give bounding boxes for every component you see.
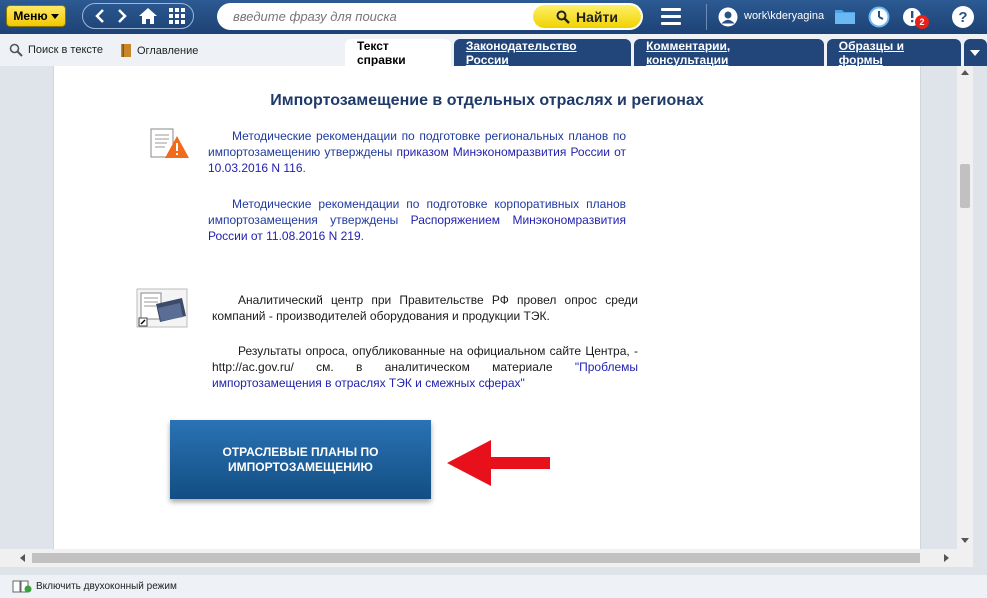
tab-legislation[interactable]: Законодательство России <box>453 39 632 67</box>
home-icon[interactable] <box>135 4 161 28</box>
tab-comments[interactable]: Комментарии, консультации <box>634 39 824 67</box>
banner-line-2: ИМПОРТОЗАМЕЩЕНИЮ <box>228 459 373 474</box>
tab-bar: Текст справки Законодательство России Ко… <box>345 39 987 67</box>
chevron-down-icon <box>970 49 981 56</box>
scroll-right-icon[interactable] <box>944 554 949 562</box>
hamburger-icon[interactable] <box>661 8 681 26</box>
tab-samples[interactable]: Образцы и формы <box>826 39 961 67</box>
search-input[interactable] <box>233 3 533 30</box>
book-icon <box>121 44 131 57</box>
horizontal-scroll-thumb[interactable] <box>32 553 920 563</box>
navigation-group <box>82 3 194 29</box>
vertical-scroll-thumb[interactable] <box>960 164 970 208</box>
username[interactable]: work\kderyagina <box>744 10 824 22</box>
paragraph-end: . <box>302 161 306 175</box>
grid-icon[interactable] <box>165 4 189 28</box>
menu-button-label: Меню <box>13 9 48 23</box>
search-icon <box>9 43 23 57</box>
find-button[interactable]: Найти <box>533 5 641 28</box>
document-page: Импортозамещение в отдельных отраслях и … <box>53 66 921 549</box>
scroll-left-icon[interactable] <box>20 554 25 562</box>
paragraph-corporate-plans: Методические рекомендации по подготовке … <box>208 196 626 244</box>
search-icon <box>556 10 570 24</box>
top-toolbar: Меню Найти work\kderyagina <box>0 0 987 34</box>
vertical-scrollbar[interactable] <box>957 66 973 549</box>
menu-button[interactable]: Меню <box>6 5 66 27</box>
document-heading: Импортозамещение в отдельных отраслях и … <box>270 92 704 109</box>
red-arrow-icon <box>447 440 551 491</box>
document-warning-icon <box>149 128 189 165</box>
tab-help-text[interactable]: Текст справки <box>345 39 451 67</box>
dual-window-toggle[interactable]: Включить двухоконный режим <box>36 581 177 592</box>
dual-window-icon[interactable] <box>12 580 32 593</box>
back-icon[interactable] <box>89 4 111 28</box>
paragraph-survey-results: Результаты опроса, опубликованные на офи… <box>212 343 638 391</box>
clock-icon[interactable] <box>868 6 890 33</box>
horizontal-scrollbar[interactable] <box>0 549 973 567</box>
forward-icon[interactable] <box>111 4 133 28</box>
documents-stack-icon <box>136 288 190 333</box>
banner-line-1: ОТРАСЛЕВЫЕ ПЛАНЫ ПО <box>222 444 379 459</box>
sector-plans-banner-button[interactable]: ОТРАСЛЕВЫЕ ПЛАНЫ ПО ИМПОРТОЗАМЕЩЕНИЮ <box>170 420 431 499</box>
scroll-up-icon[interactable] <box>961 70 969 75</box>
user-icon[interactable] <box>718 7 738 27</box>
tabs-more-button[interactable] <box>963 39 987 66</box>
folder-icon[interactable] <box>834 7 856 30</box>
search-in-text-label: Поиск в тексте <box>28 44 103 56</box>
status-bar: Включить двухоконный режим <box>0 575 987 598</box>
paragraph-analytic-center: Аналитический центр при Правительстве РФ… <box>212 293 638 323</box>
search-box: Найти <box>217 3 643 30</box>
banner-label: ОТРАСЛЕВЫЕ ПЛАНЫ ПО ИМПОРТОЗАМЕЩЕНИЮ <box>223 445 379 475</box>
chevron-down-icon <box>50 13 59 19</box>
toolbar-divider <box>706 4 707 30</box>
paragraph-end: . <box>360 229 364 243</box>
contents-label: Оглавление <box>137 44 199 57</box>
contents-button[interactable]: Оглавление <box>120 43 198 58</box>
scroll-down-icon[interactable] <box>961 538 969 543</box>
help-icon[interactable]: ? <box>952 6 974 28</box>
notification-badge: 2 <box>915 15 929 29</box>
find-button-label: Найти <box>576 8 618 25</box>
search-in-text-button[interactable]: Поиск в тексте <box>9 43 103 57</box>
paragraph-regional-plans: Методические рекомендации по подготовке … <box>208 128 626 176</box>
